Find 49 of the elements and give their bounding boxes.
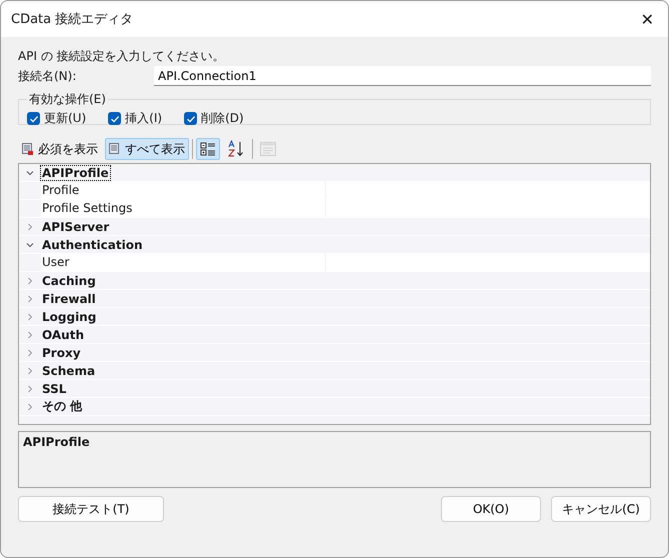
connection-name-field[interactable]: API.Connection1 [154, 66, 651, 86]
collapse-chevron-icon[interactable] [26, 240, 34, 248]
category-label[interactable]: SSL [41, 382, 68, 396]
toolbar-button[interactable]: すべて表示 [105, 138, 189, 160]
sort-az-icon [227, 140, 245, 158]
checkbox-label: 更新(U) [44, 110, 86, 127]
categorized-icon [200, 141, 216, 157]
category-label[interactable]: Logging [41, 310, 98, 324]
instruction-text: API の 接続設定を入力してください。 [18, 48, 226, 65]
expand-chevron-icon[interactable] [26, 276, 34, 284]
checkbox-label: 挿入(I) [125, 110, 162, 127]
category-label[interactable]: Firewall [41, 292, 97, 306]
close-button[interactable]: ✕ [640, 10, 654, 28]
expand-chevron-icon[interactable] [26, 312, 34, 320]
expand-chevron-icon[interactable] [26, 348, 34, 356]
connection-name-label: 接続名(N): [18, 68, 78, 84]
checkbox-label: 削除(D) [201, 110, 244, 127]
ok-button[interactable]: OK(O) [441, 496, 541, 522]
category-label[interactable]: OAuth [41, 328, 85, 342]
collapse-chevron-icon[interactable] [26, 168, 34, 176]
property-name-cell[interactable]: Profile [41, 182, 326, 199]
categorized-button[interactable] [196, 138, 220, 160]
list-icon [22, 143, 33, 155]
category-label[interactable]: Authentication [41, 238, 144, 252]
window-title: CData 接続エディタ [11, 11, 134, 28]
expand-chevron-icon[interactable] [26, 366, 34, 374]
expand-chevron-icon[interactable] [26, 294, 34, 302]
property-name-cell[interactable]: User [41, 254, 326, 271]
category-label[interactable]: APIProfile [41, 166, 110, 180]
group-legend: 有効な操作(E) [27, 91, 108, 108]
cancel-button[interactable]: キャンセル(C) [551, 496, 651, 522]
expand-chevron-icon[interactable] [26, 384, 34, 392]
category-label[interactable]: Schema [41, 364, 96, 378]
property-pages-icon [260, 142, 276, 156]
checkbox[interactable] [184, 112, 198, 125]
description-title: APIProfile [23, 435, 90, 449]
checkbox[interactable] [27, 112, 40, 125]
category-label[interactable]: Proxy [41, 346, 82, 360]
checkbox[interactable] [108, 112, 122, 125]
expand-chevron-icon[interactable] [26, 330, 34, 338]
category-label[interactable]: APIServer [41, 220, 110, 234]
category-label[interactable]: Caching [41, 274, 97, 288]
toolbar-button[interactable]: 必須を表示 [18, 138, 102, 160]
expand-chevron-icon[interactable] [26, 222, 34, 230]
expand-chevron-icon[interactable] [26, 402, 34, 410]
test-connection-button[interactable]: 接続テスト(T) [18, 496, 164, 522]
category-label[interactable]: その 他 [41, 398, 84, 415]
list-icon [109, 143, 120, 155]
property-name-cell[interactable]: Profile Settings [41, 200, 326, 217]
